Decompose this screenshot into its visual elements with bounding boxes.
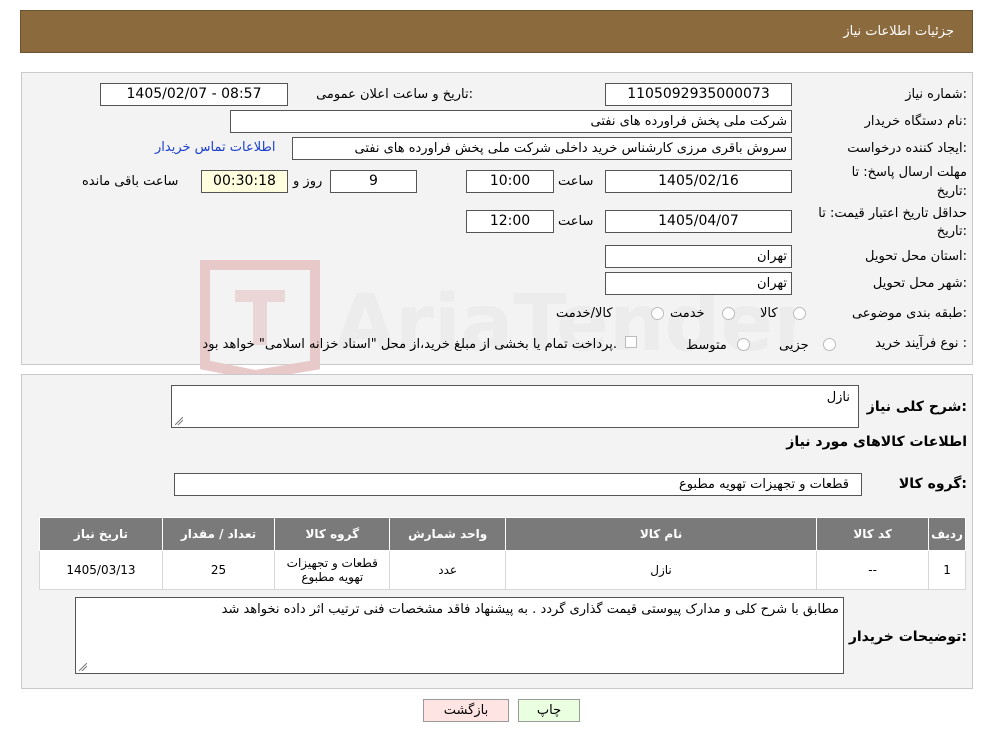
back-button[interactable]: بازگشت: [423, 699, 509, 722]
buyer-contact-link[interactable]: اطلاعات تماس خریدار: [155, 140, 275, 155]
deadline-time-field: 10:00: [466, 170, 554, 193]
category-goods-service-label: کالا/خدمت: [556, 306, 613, 321]
need-number-label: شماره نیاز:: [905, 87, 967, 102]
deadline-label-2: تاریخ:: [936, 184, 967, 199]
city-label: شهر محل تحویل:: [872, 276, 967, 291]
buyer-org-label: نام دستگاه خریدار:: [864, 114, 967, 129]
category-goods-service-radio[interactable]: [651, 307, 664, 320]
province-label: استان محل تحویل:: [865, 249, 967, 264]
deadline-label-1: مهلت ارسال پاسخ: تا: [851, 165, 967, 180]
resize-grip-icon[interactable]: [79, 663, 87, 671]
province-field: تهران: [605, 245, 792, 268]
page-title: جزئیات اطلاعات نیاز: [843, 24, 954, 39]
table-row: 1 -- نازل عدد قطعات و تجهیزات تهویه مطبو…: [39, 550, 966, 590]
col-code: کد کالا: [816, 517, 930, 551]
cell-unit: عدد: [389, 550, 506, 590]
validity-time-field: 12:00: [466, 210, 554, 233]
validity-label-2: تاریخ:: [936, 224, 967, 239]
goods-info-title: اطلاعات کالاهای مورد نیاز: [786, 434, 967, 450]
process-minor-radio[interactable]: [823, 338, 836, 351]
goods-table-header: ردیف کد کالا نام کالا واحد شمارش گروه کا…: [39, 517, 966, 551]
announce-datetime-field: 1405/02/07 - 08:57: [100, 83, 288, 106]
col-quantity: تعداد / مقدار: [161, 517, 276, 551]
print-button[interactable]: چاپ: [518, 699, 580, 722]
col-need-date: تاریخ نیاز: [39, 517, 163, 551]
deadline-time-label: ساعت: [558, 174, 594, 189]
days-label: روز و: [293, 174, 323, 189]
category-goods-radio[interactable]: [793, 307, 806, 320]
process-medium-label: متوسط: [686, 338, 727, 353]
col-name: نام کالا: [504, 517, 818, 551]
process-label: نوع فرآیند خرید :: [875, 336, 967, 351]
buyer-notes-label: توضیحات خریدار:: [848, 629, 967, 645]
buyer-notes-textarea[interactable]: مطابق با شرح کلی و مدارک پیوستی قیمت گذا…: [75, 597, 844, 674]
days-remaining-field: 9: [330, 170, 417, 193]
cell-code: --: [816, 550, 930, 590]
category-service-label: خدمت: [670, 306, 705, 321]
page-header: جزئیات اطلاعات نیاز: [20, 10, 973, 53]
city-field: تهران: [605, 272, 792, 295]
process-medium-radio[interactable]: [737, 338, 750, 351]
announce-label: تاریخ و ساعت اعلان عمومی:: [316, 87, 473, 102]
goods-table: ردیف کد کالا نام کالا واحد شمارش گروه کا…: [39, 517, 966, 590]
summary-textarea[interactable]: نازل: [171, 385, 859, 428]
cell-quantity: 25: [161, 550, 276, 590]
creator-field: سروش باقری مرزی کارشناس خرید داخلی شرکت …: [292, 137, 792, 160]
category-label: طبقه بندی موضوعی:: [851, 306, 967, 321]
goods-group-label: گروه کالا:: [898, 476, 967, 492]
validity-date-field: 1405/04/07: [605, 210, 792, 233]
summary-text: نازل: [826, 390, 850, 405]
cell-group: قطعات و تجهیزات تهویه مطبوع: [274, 550, 391, 590]
col-row: ردیف: [928, 517, 966, 551]
validity-time-label: ساعت: [558, 214, 594, 229]
col-group: گروه کالا: [274, 517, 391, 551]
validity-label-1: حداقل تاریخ اعتبار قیمت: تا: [818, 206, 967, 221]
process-note: پرداخت تمام یا بخشی از مبلغ خرید،از محل …: [202, 337, 617, 352]
need-number-field: 1105092935000073: [605, 83, 792, 106]
cell-name: نازل: [504, 550, 818, 590]
creator-label: ایجاد کننده درخواست:: [847, 141, 967, 156]
col-unit: واحد شمارش: [389, 517, 506, 551]
deadline-date-field: 1405/02/16: [605, 170, 792, 193]
resize-grip-icon[interactable]: [175, 417, 183, 425]
summary-label: شرح کلی نیاز:: [866, 399, 967, 415]
cell-row: 1: [928, 550, 966, 590]
category-goods-label: کالا: [760, 306, 778, 321]
category-service-radio[interactable]: [722, 307, 735, 320]
process-minor-label: جزیی: [779, 338, 809, 353]
buyer-org-field: شرکت ملی پخش فراورده های نفتی: [230, 110, 792, 133]
time-remaining-label: ساعت باقی مانده: [82, 174, 179, 189]
treasury-checkbox[interactable]: [625, 336, 637, 348]
goods-group-field: قطعات و تجهیزات تهویه مطبوع: [174, 473, 862, 496]
cell-need-date: 1405/03/13: [39, 550, 163, 590]
buyer-notes-text: مطابق با شرح کلی و مدارک پیوستی قیمت گذا…: [221, 602, 839, 617]
time-remaining-field: 00:30:18: [201, 170, 288, 193]
